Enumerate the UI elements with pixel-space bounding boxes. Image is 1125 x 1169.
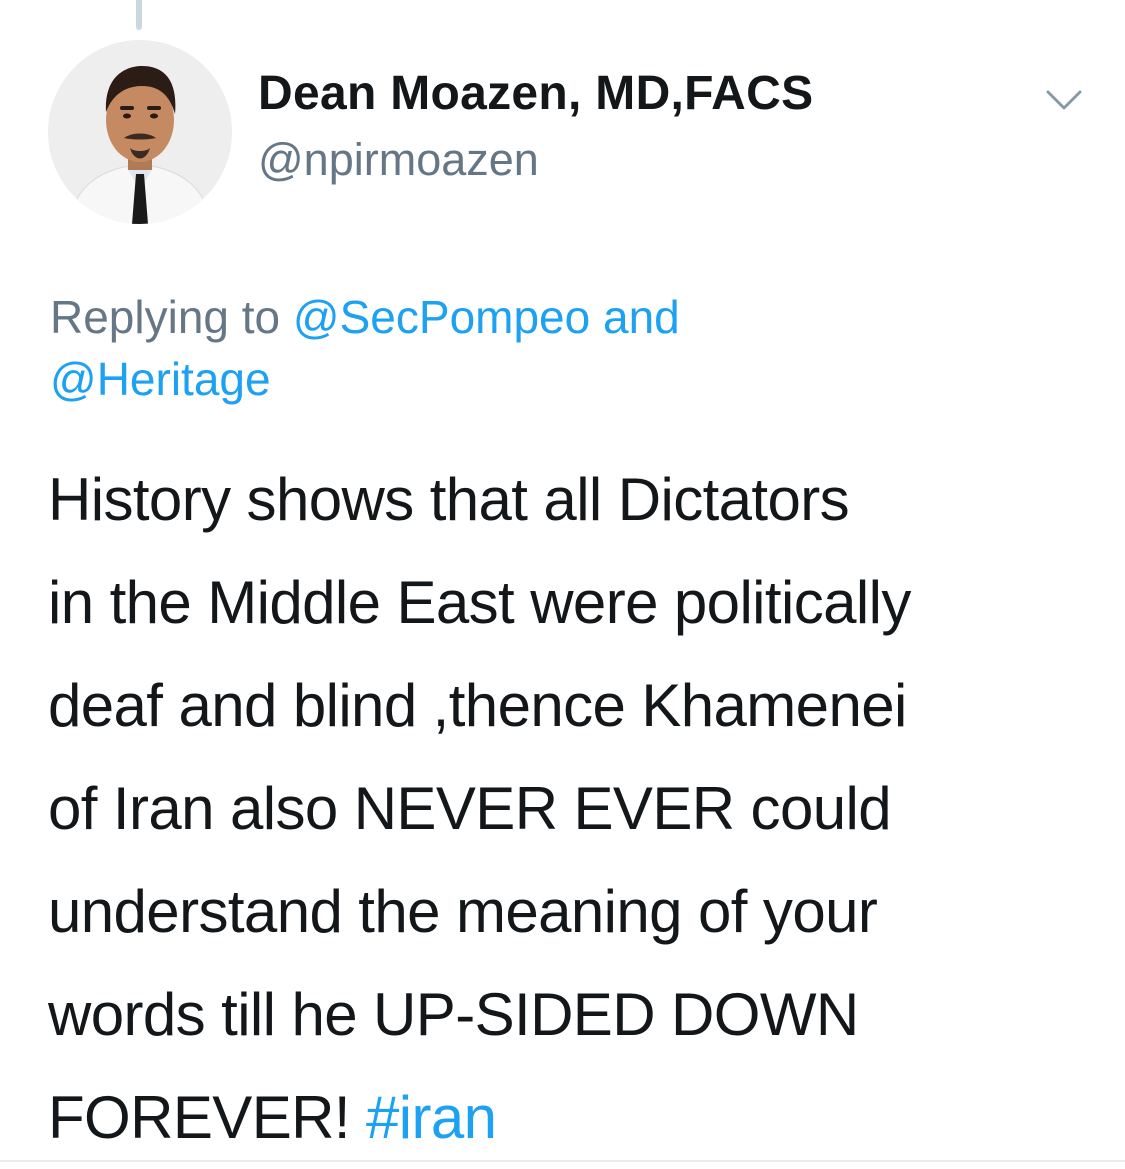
avatar[interactable] bbox=[48, 40, 232, 224]
hashtag-link[interactable]: #iran bbox=[366, 1084, 497, 1151]
author-handle[interactable]: @npirmoazen bbox=[258, 134, 539, 186]
author-display-name[interactable]: Dean Moazen, MD,FACS bbox=[258, 66, 813, 121]
chevron-down-icon[interactable] bbox=[1044, 86, 1084, 114]
divider bbox=[0, 1160, 1125, 1162]
avatar-photo bbox=[48, 40, 232, 224]
tweet-text: History shows that all Dictators in the … bbox=[48, 448, 1108, 1169]
reply-conjunction: and bbox=[603, 291, 680, 343]
mention-link[interactable]: @Heritage bbox=[50, 353, 271, 405]
mention-link[interactable]: @SecPompeo bbox=[293, 291, 590, 343]
tweet-line: of Iran also NEVER EVER could bbox=[48, 775, 892, 842]
tweet-line: in the Middle East were politically bbox=[48, 569, 911, 636]
tweet-line: words till he UP-SIDED DOWN bbox=[48, 981, 859, 1048]
thread-connector-line bbox=[136, 0, 142, 30]
tweet-line-last: FOREVER! #iran bbox=[48, 1066, 1108, 1169]
reply-prefix: Replying to bbox=[50, 291, 281, 343]
tweet-line-text: FOREVER! bbox=[48, 1084, 351, 1151]
tweet-line: understand the meaning of your bbox=[48, 878, 878, 945]
tweet-line: History shows that all Dictators bbox=[48, 466, 850, 533]
reply-context: Replying to @SecPompeo and @Heritage bbox=[50, 286, 1080, 410]
tweet-line: deaf and blind ,thence Khamenei bbox=[48, 672, 907, 739]
